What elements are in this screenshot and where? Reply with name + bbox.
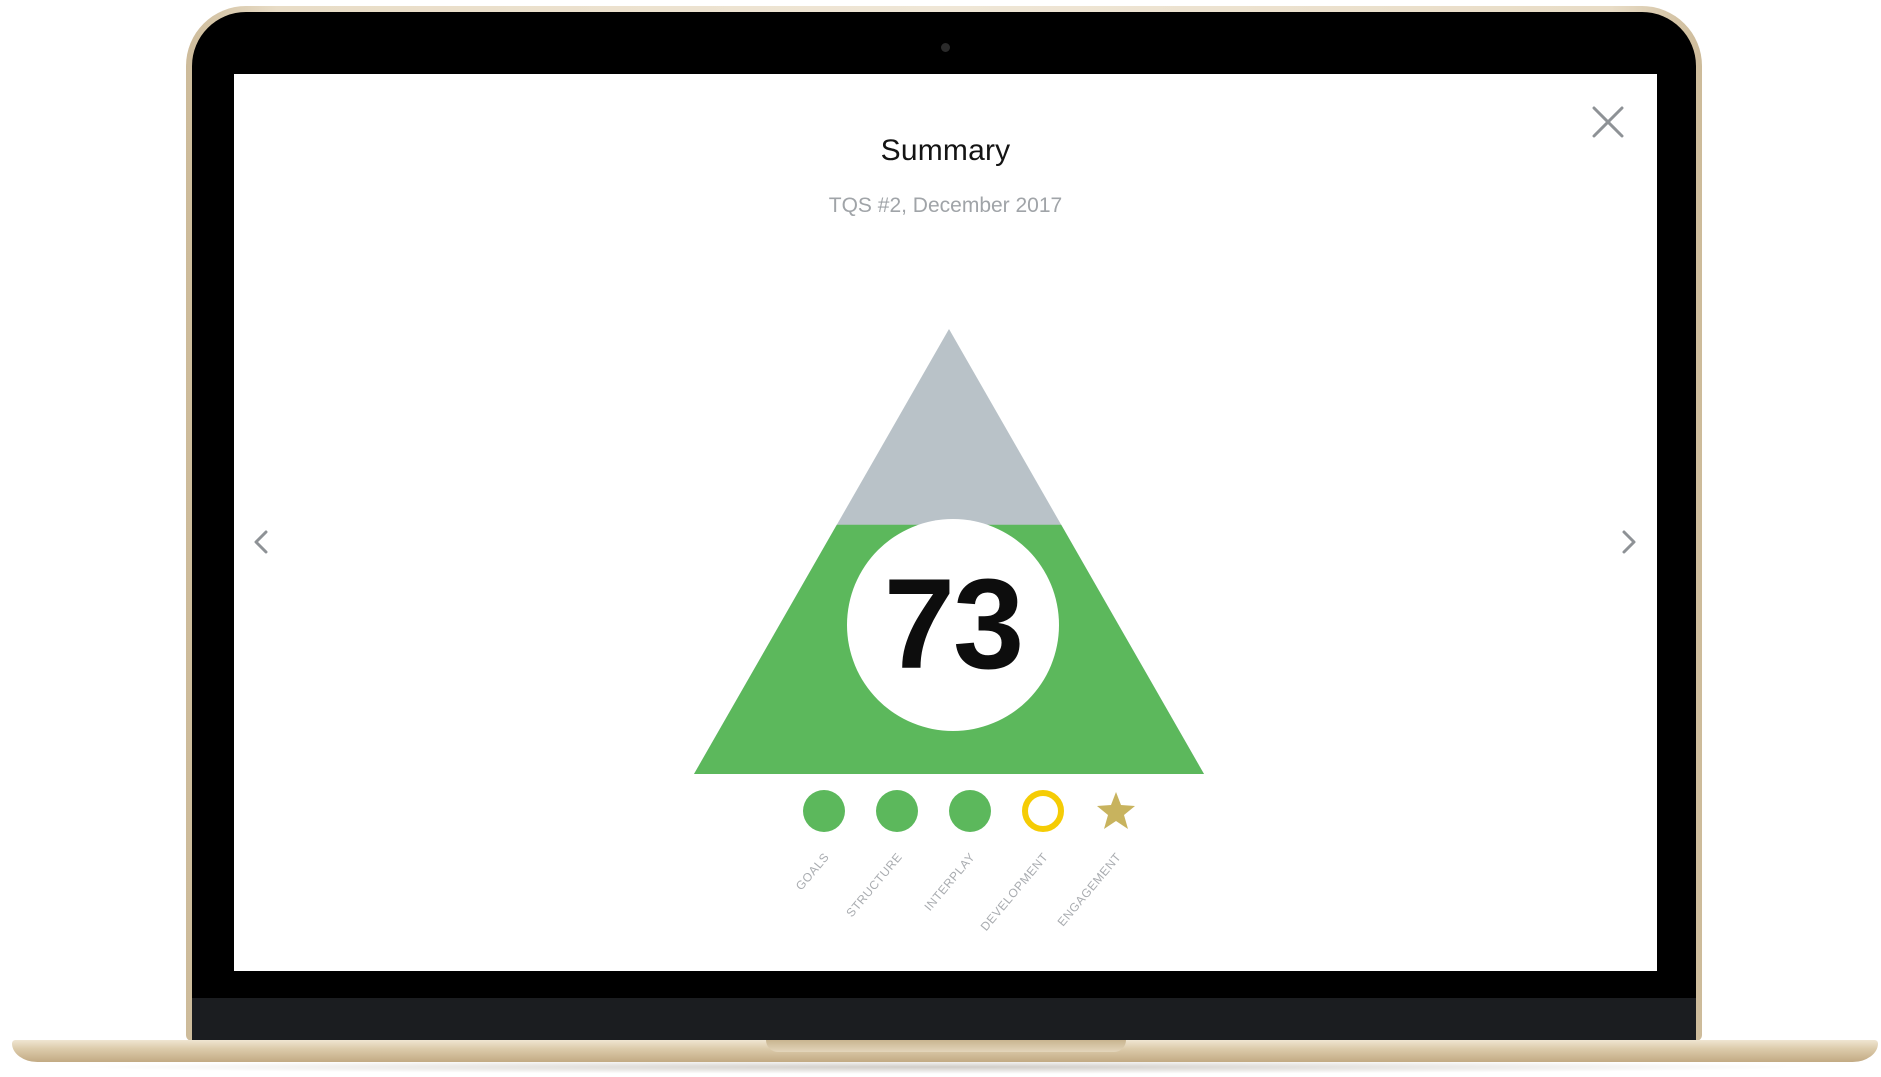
score-value: 73 bbox=[883, 553, 1024, 696]
previous-button[interactable] bbox=[244, 524, 280, 560]
indicator-interplay: INTERPLAY bbox=[921, 790, 993, 914]
page-title: Summary bbox=[880, 134, 1011, 167]
camera-icon bbox=[941, 43, 950, 52]
category-indicators: GOALS STRUCTURE INTERPLAY DEVELOPMENT ENGAGE… bbox=[234, 790, 1657, 950]
star-icon bbox=[1097, 792, 1135, 829]
indicator-label: INTERPLAY bbox=[921, 850, 978, 914]
next-button[interactable] bbox=[1610, 524, 1646, 560]
filled-circle-icon bbox=[803, 790, 845, 832]
laptop-mockup: Summary TQS #2, December 2017 73 GOALS ST… bbox=[0, 0, 1881, 1077]
summary-screen: Summary TQS #2, December 2017 73 GOALS ST… bbox=[234, 74, 1657, 971]
page-subtitle: TQS #2, December 2017 bbox=[828, 194, 1063, 217]
chevron-left-icon bbox=[254, 530, 268, 554]
laptop-notch bbox=[766, 1040, 1126, 1052]
indicator-structure: STRUCTURE bbox=[843, 790, 920, 920]
filled-circle-icon bbox=[876, 790, 918, 832]
indicator-label: GOALS bbox=[792, 850, 833, 893]
laptop-shadow bbox=[70, 1060, 1820, 1074]
indicator-goals: GOALS bbox=[793, 790, 847, 893]
indicator-engagement: ENGAGEMENT bbox=[1055, 790, 1139, 929]
indicator-development: DEVELOPMENT bbox=[978, 790, 1066, 934]
laptop-bezel-bottom bbox=[192, 998, 1696, 1041]
chevron-right-icon bbox=[1622, 530, 1636, 554]
indicator-label: DEVELOPMENT bbox=[977, 850, 1052, 934]
indicator-label: ENGAGEMENT bbox=[1054, 850, 1125, 929]
score-circle: 73 bbox=[847, 519, 1059, 731]
ring-icon bbox=[1022, 790, 1064, 832]
indicator-label: STRUCTURE bbox=[843, 850, 906, 920]
filled-circle-icon bbox=[949, 790, 991, 832]
